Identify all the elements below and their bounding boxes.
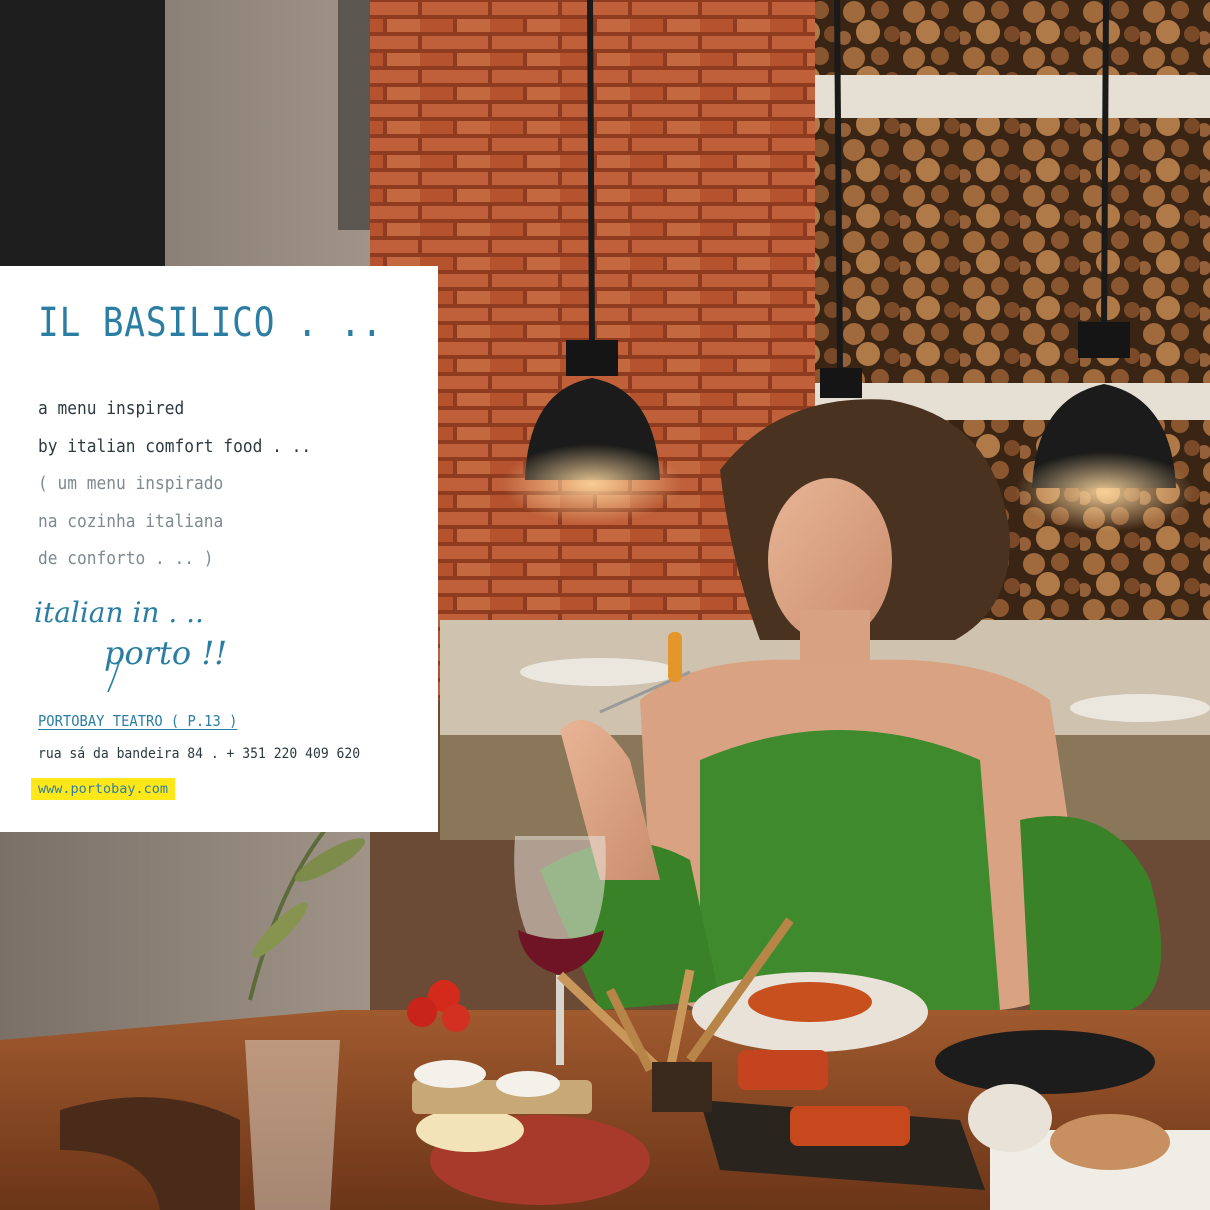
description-line-pt: ( um menu inspirado xyxy=(38,473,224,494)
script-line-1: italian in . .. xyxy=(34,596,204,629)
description-line-pt: de conforto . .. ) xyxy=(38,548,214,569)
script-tagline: italian in . .. porto !! xyxy=(34,596,227,692)
restaurant-title: IL BASILICO . .. xyxy=(38,300,384,346)
hotel-reference-link[interactable]: PORTOBAY TEATRO ( P.13 ) xyxy=(38,712,237,730)
address-phone: rua sá da bandeira 84 . + 351 220 409 62… xyxy=(38,746,361,762)
website-link[interactable]: www.portobay.com xyxy=(31,778,176,800)
menu-description: a menu inspired by italian comfort food … xyxy=(38,396,341,584)
description-line: a menu inspired xyxy=(38,398,185,419)
description-line: by italian comfort food . .. xyxy=(38,435,312,457)
description-line-pt: na cozinha italiana xyxy=(38,510,224,532)
